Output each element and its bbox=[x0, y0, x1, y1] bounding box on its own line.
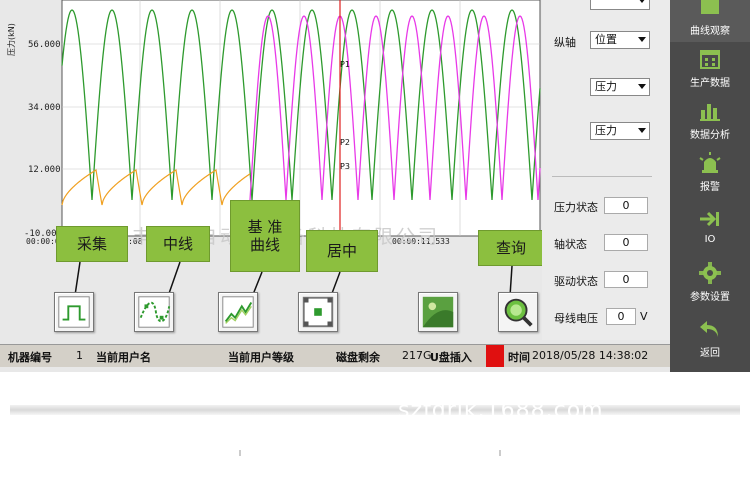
center-icon bbox=[302, 296, 334, 328]
nav-production-data[interactable]: 生产数据 bbox=[670, 44, 750, 94]
baseline-curve-icon bbox=[222, 296, 254, 328]
machine-no-value: 1 bbox=[76, 349, 83, 362]
top-select[interactable] bbox=[590, 0, 650, 10]
nav-label: 数据分析 bbox=[690, 130, 730, 141]
chevron-down-icon bbox=[638, 84, 646, 89]
axis-status-value: 0 bbox=[604, 234, 648, 251]
pressure-status-label: 压力状态 bbox=[554, 201, 598, 214]
alarm-icon bbox=[698, 152, 722, 174]
bar-chart-icon bbox=[698, 100, 722, 122]
back-arrow-icon bbox=[698, 318, 722, 340]
io-icon bbox=[698, 208, 722, 230]
machine-no-label: 机器编号 bbox=[8, 351, 52, 364]
drive-status-value: 0 bbox=[604, 271, 648, 288]
disk-left-value: 217G bbox=[402, 349, 432, 362]
midline-button[interactable] bbox=[134, 292, 174, 332]
curve3-select[interactable]: 压力 bbox=[590, 122, 650, 140]
nav-label: 生产数据 bbox=[690, 78, 730, 89]
midline-icon bbox=[138, 296, 171, 328]
side-nav: 曲线观察 生产数据 数据分析 报警 IO 参数设置 返回 bbox=[670, 0, 750, 372]
bus-voltage-unit: V bbox=[640, 310, 648, 323]
axis-status-label: 轴状态 bbox=[554, 238, 587, 251]
y-axis-select[interactable]: 位置 bbox=[590, 31, 650, 49]
nav-label: 返回 bbox=[700, 348, 720, 359]
curve3-select-value: 压力 bbox=[595, 124, 617, 137]
nav-label: IO bbox=[704, 234, 716, 245]
page-watermark: szfdrjk.1688.com bbox=[398, 398, 604, 423]
collect-icon bbox=[58, 296, 90, 328]
baseline-curve-button[interactable] bbox=[218, 292, 258, 332]
disk-left-label: 磁盘剩余 bbox=[336, 351, 380, 364]
bottom-fragment bbox=[239, 450, 501, 456]
time-value: 2018/05/28 14:38:02 bbox=[532, 349, 649, 362]
drive-status-label: 驱动状态 bbox=[554, 275, 598, 288]
usb-status-indicator bbox=[486, 345, 504, 367]
curve2-select-value: 压力 bbox=[595, 80, 617, 93]
chevron-down-icon bbox=[638, 128, 646, 133]
bus-voltage-value: 0 bbox=[606, 308, 636, 325]
nav-back[interactable]: 返回 bbox=[670, 314, 750, 364]
curve2-select[interactable]: 压力 bbox=[590, 78, 650, 96]
query-icon bbox=[504, 298, 533, 327]
nav-label: 曲线观察 bbox=[690, 26, 730, 37]
center-button[interactable] bbox=[298, 292, 338, 332]
y-axis-label-text: 纵轴 bbox=[554, 36, 576, 49]
divider bbox=[552, 176, 652, 177]
time-label: 时间 bbox=[508, 351, 530, 364]
right-settings-panel: 纵轴 位置 压力 压力 压力状态 0 轴状态 0 驱动状态 0 母线电压 0 V bbox=[542, 0, 670, 340]
collect-button[interactable] bbox=[54, 292, 94, 332]
nav-parameter-settings[interactable]: 参数设置 bbox=[670, 258, 750, 308]
user-level-label: 当前用户等级 bbox=[228, 351, 294, 364]
pressure-status-value: 0 bbox=[604, 197, 648, 214]
nav-data-analysis[interactable]: 数据分析 bbox=[670, 96, 750, 146]
callout-arrows bbox=[73, 261, 513, 305]
image-icon bbox=[422, 296, 454, 328]
query-button[interactable] bbox=[498, 292, 538, 332]
y-axis-select-value: 位置 bbox=[595, 33, 617, 46]
bus-voltage-label: 母线电压 bbox=[554, 312, 598, 325]
nav-curve-view[interactable]: 曲线观察 bbox=[670, 0, 750, 42]
nav-alarm[interactable]: 报警 bbox=[670, 148, 750, 198]
image-button[interactable] bbox=[418, 292, 458, 332]
curve-view-icon bbox=[698, 0, 722, 18]
calendar-icon bbox=[698, 48, 722, 70]
current-user-label: 当前用户名 bbox=[96, 351, 151, 364]
page-divider bbox=[10, 405, 740, 415]
nav-label: 参数设置 bbox=[690, 292, 730, 303]
gear-icon bbox=[698, 262, 722, 284]
status-bar: 机器编号 1 当前用户名 当前用户等级 磁盘剩余 217G U盘插入 时间 20… bbox=[0, 344, 670, 367]
usb-label: U盘插入 bbox=[430, 351, 472, 364]
hmi-screen: 压力(kN) 56.000 34.000 12.000 -10.00 00:00… bbox=[0, 0, 750, 372]
chevron-down-icon bbox=[638, 37, 646, 42]
nav-io[interactable]: IO bbox=[670, 204, 750, 254]
nav-label: 报警 bbox=[700, 182, 720, 193]
